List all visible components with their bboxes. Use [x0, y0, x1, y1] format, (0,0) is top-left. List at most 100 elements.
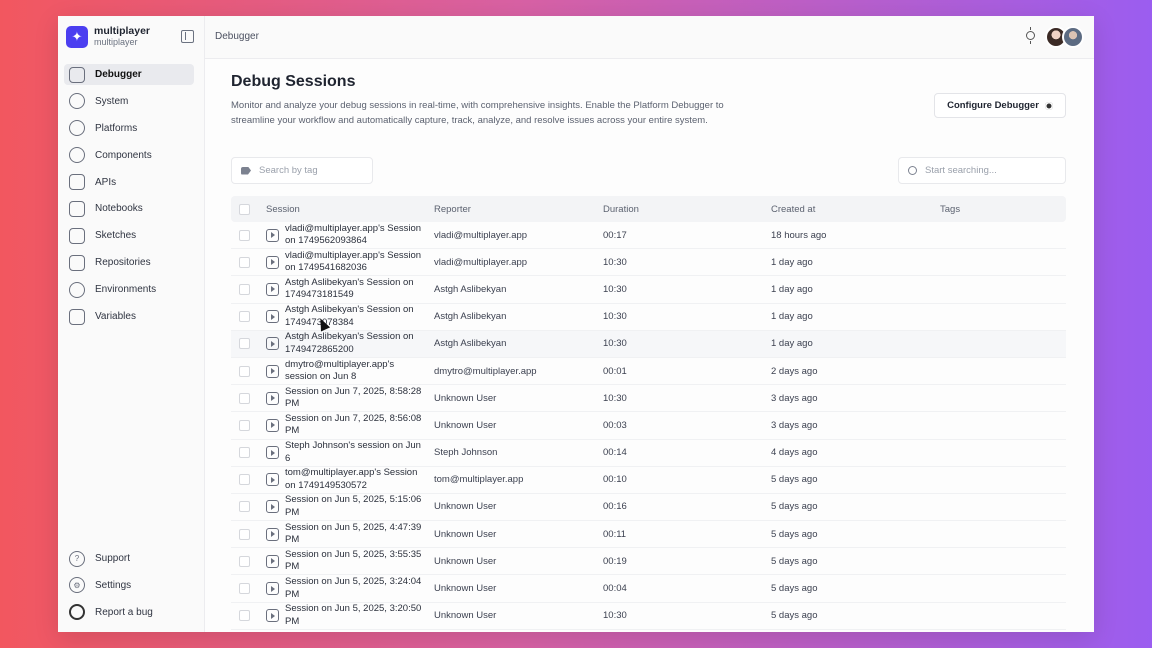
table-row[interactable]: Astgh Aslibekyan's Session on 1749473078… [231, 304, 1066, 331]
table-row[interactable]: tom@multiplayer.app's Session on 1749149… [231, 467, 1066, 494]
play-session-icon[interactable] [266, 500, 279, 514]
play-session-icon[interactable] [266, 310, 279, 324]
row-checkbox[interactable] [239, 610, 250, 622]
sidebar-item-environments[interactable]: Environments [64, 279, 194, 300]
session-name[interactable]: Session on Jun 5, 2025, 4:47:39 PM [285, 522, 425, 547]
topbar: Debugger [205, 16, 1094, 59]
play-session-icon[interactable] [266, 364, 279, 378]
workspace-switcher[interactable]: ✦ multiplayer multiplayer [66, 26, 150, 48]
session-name[interactable]: Astgh Aslibekyan's Session on 1749473078… [285, 304, 425, 329]
table-row[interactable]: Session on Jun 7, 2025, 8:56:08 PM Unknow… [231, 412, 1066, 440]
table-row[interactable]: Session on Jun 5, 2025, 3:55:35 PM Unknow… [231, 548, 1066, 576]
sidebar-item-sketches[interactable]: Sketches [64, 225, 194, 246]
table-row[interactable]: Astgh Aslibekyan's Session on 1749473181… [231, 276, 1066, 304]
lightbulb-icon[interactable] [1026, 27, 1035, 44]
session-name[interactable]: Session on Jun 7, 2025, 8:56:08 PM [285, 413, 425, 438]
created-at-cell: 5 days ago [771, 474, 818, 486]
session-name[interactable]: Astgh Aslibekyan's Session on 1749473181… [285, 277, 425, 302]
session-name[interactable]: vladi@multiplayer.app's Session on 17495… [285, 223, 425, 248]
row-checkbox[interactable] [239, 365, 250, 377]
hexagon-icon [69, 147, 85, 164]
row-checkbox[interactable] [239, 338, 250, 350]
page-description: Monitor and analyze your debug sessions … [231, 100, 724, 126]
session-name[interactable]: Session on Jun 7, 2025, 8:58:28 PM [285, 386, 425, 411]
sidebar: ✦ multiplayer multiplayer Debugger System… [58, 16, 205, 632]
session-cell: Session on Jun 7, 2025, 8:56:08 PM [266, 413, 431, 438]
column-header-session[interactable]: Session [266, 204, 431, 215]
sidebar-item-platforms[interactable]: Platforms [64, 118, 194, 139]
play-session-icon[interactable] [266, 282, 279, 296]
play-session-icon[interactable] [266, 446, 279, 460]
row-checkbox[interactable] [239, 256, 250, 268]
sidebar-item-variables[interactable]: Variables [64, 306, 194, 327]
configure-debugger-button[interactable]: Configure Debugger [934, 93, 1066, 118]
row-checkbox[interactable] [239, 501, 250, 513]
session-name[interactable]: Session on Jun 5, 2025, 5:15:06 PM [285, 494, 425, 519]
play-session-icon[interactable] [266, 391, 279, 405]
row-checkbox[interactable] [239, 392, 250, 404]
created-at-cell: 2 days ago [771, 365, 818, 377]
play-session-icon[interactable] [266, 527, 279, 541]
row-checkbox[interactable] [239, 229, 250, 241]
table-row[interactable]: vladi@multiplayer.app's Session on 17495… [231, 249, 1066, 277]
table-row[interactable]: vladi@multiplayer.app's Session on 17495… [231, 222, 1066, 250]
column-header-duration[interactable]: Duration [603, 204, 639, 215]
sidebar-item-debugger[interactable]: Debugger [64, 64, 194, 85]
column-header-tags[interactable]: Tags [940, 204, 960, 215]
sidebar-item-system[interactable]: System [64, 91, 194, 112]
sidebar-item-settings[interactable]: ⚙ Settings [64, 575, 194, 596]
avatar[interactable] [1062, 26, 1084, 48]
play-session-icon[interactable] [266, 609, 279, 623]
row-checkbox[interactable] [239, 555, 250, 567]
breadcrumb[interactable]: Debugger [215, 31, 259, 42]
table-row[interactable]: dmytro@multiplayer.app's session on Jun … [231, 358, 1066, 386]
play-session-icon[interactable] [266, 337, 279, 351]
table-row[interactable]: Session on Jun 5, 2025, 5:15:06 PM Unknow… [231, 494, 1066, 522]
session-name[interactable]: dmytro@multiplayer.app's session on Jun … [285, 359, 425, 384]
column-header-reporter[interactable]: Reporter [434, 204, 471, 215]
row-checkbox[interactable] [239, 447, 250, 459]
configure-debugger-label: Configure Debugger [947, 100, 1039, 111]
collapse-sidebar-icon[interactable] [181, 30, 194, 43]
column-header-created-at[interactable]: Created at [771, 204, 815, 215]
reporter-cell: Unknown User [434, 610, 497, 622]
sidebar-item-repositories[interactable]: Repositories [64, 252, 194, 273]
report-bug-button[interactable]: Report a bug [64, 602, 194, 623]
table-row[interactable]: Session on Jun 5, 2025, 4:47:39 PM Unknow… [231, 521, 1066, 549]
play-session-icon[interactable] [266, 582, 279, 596]
play-session-icon[interactable] [266, 473, 279, 487]
sidebar-item-support[interactable]: ? Support [64, 548, 194, 569]
sidebar-item-apis[interactable]: APIs [64, 172, 194, 193]
sidebar-item-notebooks[interactable]: Notebooks [64, 198, 194, 219]
play-session-icon[interactable] [266, 554, 279, 568]
session-name[interactable]: Astgh Aslibekyan's Session on 1749472865… [285, 331, 425, 356]
row-checkbox[interactable] [239, 528, 250, 540]
main-content: Debugger Debug Sessions Monitor and anal… [205, 16, 1094, 632]
row-checkbox[interactable] [239, 311, 250, 323]
session-name[interactable]: Session on Jun 5, 2025, 3:55:35 PM [285, 549, 425, 574]
search-input[interactable]: Start searching... [898, 157, 1066, 184]
sidebar-item-components[interactable]: Components [64, 145, 194, 166]
play-session-icon[interactable] [266, 228, 279, 242]
table-row[interactable]: Session on Jun 7, 2025, 8:58:28 PM Unknow… [231, 385, 1066, 413]
session-cell: dmytro@multiplayer.app's session on Jun … [266, 359, 431, 384]
session-name[interactable]: Steph Johnson's session on Jun 6 [285, 440, 425, 465]
row-checkbox[interactable] [239, 283, 250, 295]
table-row[interactable]: Session on Jun 5, 2025, 3:24:04 PM Unknow… [231, 575, 1066, 603]
row-checkbox[interactable] [239, 583, 250, 595]
duration-cell: 00:01 [603, 365, 627, 377]
tag-search-input[interactable]: Search by tag [231, 157, 373, 184]
session-name[interactable]: vladi@multiplayer.app's Session on 17495… [285, 250, 425, 275]
help-icon: ? [69, 550, 85, 567]
session-name[interactable]: Session on Jun 5, 2025, 3:20:50 PM [285, 603, 425, 628]
select-all-checkbox[interactable] [239, 203, 250, 215]
session-name[interactable]: Session on Jun 5, 2025, 3:24:04 PM [285, 576, 425, 601]
play-session-icon[interactable] [266, 418, 279, 432]
row-checkbox[interactable] [239, 419, 250, 431]
row-checkbox[interactable] [239, 474, 250, 486]
table-row[interactable]: Steph Johnson's session on Jun 6 Steph Jo… [231, 440, 1066, 467]
table-row[interactable]: Session on Jun 5, 2025, 3:20:50 PM Unknow… [231, 603, 1066, 630]
table-row[interactable]: Astgh Aslibekyan's Session on 1749472865… [231, 330, 1066, 358]
play-session-icon[interactable] [266, 255, 279, 269]
session-name[interactable]: tom@multiplayer.app's Session on 1749149… [285, 467, 425, 492]
